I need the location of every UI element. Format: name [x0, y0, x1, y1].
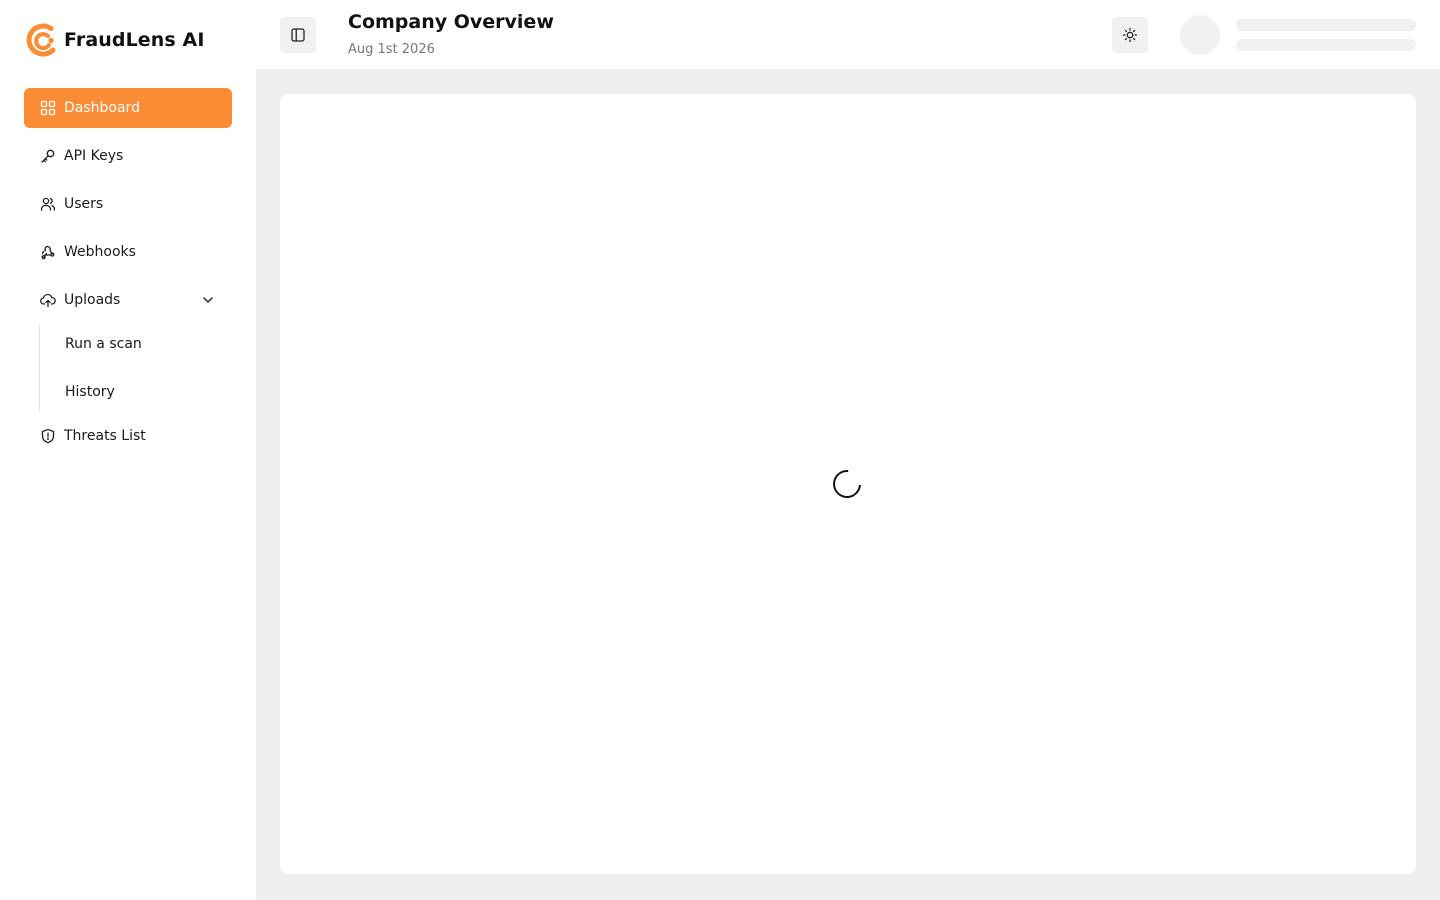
- sidebar-item-label: API Keys: [64, 148, 124, 164]
- top-header: Company Overview Aug 1st 2026: [256, 0, 1440, 70]
- sidebar-subitem-history[interactable]: History: [40, 372, 232, 412]
- user-name-skeleton: [1236, 19, 1416, 31]
- sidebar-nav: Dashboard API Keys Users Webhooks Upload…: [24, 88, 232, 464]
- sidebar-item-uploads[interactable]: Uploads: [24, 280, 232, 320]
- sun-icon: [1122, 27, 1138, 43]
- theme-toggle-button[interactable]: [1112, 17, 1148, 53]
- sidebar-item-api-keys[interactable]: API Keys: [24, 136, 232, 176]
- fraudlens-logo-icon: [26, 23, 56, 57]
- page-title: Company Overview: [348, 11, 554, 33]
- page-date: Aug 1st 2026: [348, 42, 435, 57]
- user-email-skeleton: [1236, 39, 1416, 51]
- sidebar-item-label: Webhooks: [64, 244, 136, 260]
- main-content: [256, 70, 1440, 900]
- loader-icon: [827, 464, 867, 504]
- sidebar-toggle-button[interactable]: [280, 17, 316, 53]
- sidebar-item-users[interactable]: Users: [24, 184, 232, 224]
- sidebar: FraudLens AI Dashboard API Keys Users We…: [0, 0, 256, 900]
- chevron-down-icon[interactable]: [200, 292, 216, 308]
- dashboard-grid-icon: [40, 100, 56, 116]
- sidebar-item-threats-list[interactable]: Threats List: [24, 416, 232, 456]
- sidebar-item-dashboard[interactable]: Dashboard: [24, 88, 232, 128]
- webhook-icon: [41, 245, 55, 260]
- sidebar-subitem-label: Run a scan: [65, 336, 142, 352]
- overview-card: [280, 94, 1416, 874]
- sidebar-subitem-run-a-scan[interactable]: Run a scan: [40, 324, 232, 364]
- sidebar-subitem-label: History: [65, 384, 115, 400]
- shield-alert-icon: [41, 428, 55, 444]
- sidebar-item-label: Users: [64, 196, 104, 212]
- sidebar-item-label: Dashboard: [64, 100, 140, 116]
- brand[interactable]: FraudLens AI: [24, 22, 205, 58]
- panel-left-icon: [291, 28, 305, 42]
- uploads-subnav: Run a scan History: [39, 324, 232, 412]
- key-icon: [41, 149, 55, 163]
- users-icon: [40, 197, 56, 211]
- sidebar-item-webhooks[interactable]: Webhooks: [24, 232, 232, 272]
- avatar-skeleton: [1180, 15, 1220, 55]
- cloud-upload-icon: [40, 293, 56, 308]
- sidebar-item-label: Uploads: [64, 292, 121, 308]
- sidebar-item-label: Threats List: [64, 428, 146, 444]
- brand-name: FraudLens AI: [64, 29, 205, 51]
